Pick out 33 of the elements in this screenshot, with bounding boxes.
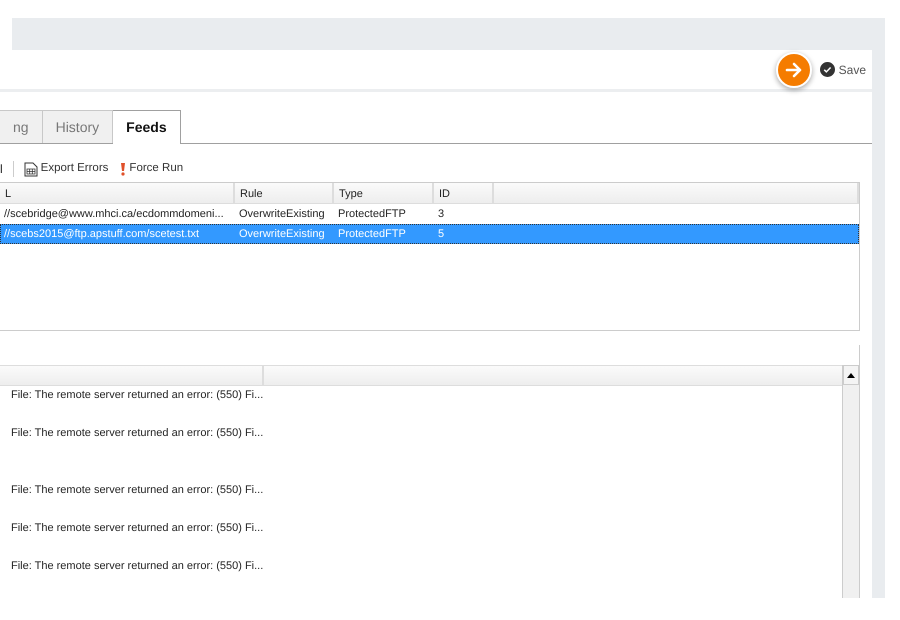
triangle-up-icon xyxy=(847,372,855,378)
spreadsheet-icon xyxy=(24,162,38,176)
save-button[interactable]: Save xyxy=(820,60,866,78)
toolbar-item[interactable]: l xyxy=(0,160,3,178)
tab[interactable]: ng xyxy=(0,110,43,143)
table-cell-text: OverwriteExisting xyxy=(238,206,326,222)
table-cell-text: 3 xyxy=(437,206,446,222)
scrollbar[interactable] xyxy=(842,365,859,598)
arrow-right-icon xyxy=(784,60,803,78)
table-cell-text: 5 xyxy=(437,226,446,242)
scroll-up-button[interactable] xyxy=(843,365,859,385)
table-row[interactable]: //scebridge@www.mhci.ca/ecdommdomeni... OverwriteExisting ProtectedFTP 3 xyxy=(0,204,859,224)
table-cell-text: //scebs2015@ftp.apstuff.com/scetest.txt xyxy=(3,226,200,242)
exclamation-icon xyxy=(120,162,126,176)
log-message: File: The remote server returned an error: (550) Fi... xyxy=(10,426,264,441)
tab[interactable]: History xyxy=(42,110,114,143)
tab[interactable]: Feeds xyxy=(113,110,181,144)
column-header[interactable]: L xyxy=(0,183,235,203)
table-cell-text: ProtectedFTP xyxy=(337,206,407,222)
table-cell-text: ProtectedFTP xyxy=(337,226,407,242)
column-header[interactable]: ID xyxy=(434,183,494,203)
table-cell-text: OverwriteExisting xyxy=(238,226,326,242)
check-icon xyxy=(820,62,835,77)
table-cell-text: //scebridge@www.mhci.ca/ecdommdomeni... xyxy=(3,206,225,222)
toolbar-button[interactable]: Export Errors xyxy=(24,160,108,178)
next-button[interactable] xyxy=(776,52,812,88)
toolbar-button[interactable]: Force Run xyxy=(120,160,184,178)
log-message: File: The remote server returned an error: (550) Fi... xyxy=(10,521,264,536)
column-header[interactable]: Rule xyxy=(235,183,334,203)
log-message: File: The remote server returned an error: (550) Fi... xyxy=(10,483,264,498)
log-message: File: The remote server returned an error: (550) Fi... xyxy=(10,388,264,403)
log-message: File: The remote server returned an error: (550) Fi... xyxy=(10,559,264,574)
column-header[interactable]: Type xyxy=(334,183,434,203)
